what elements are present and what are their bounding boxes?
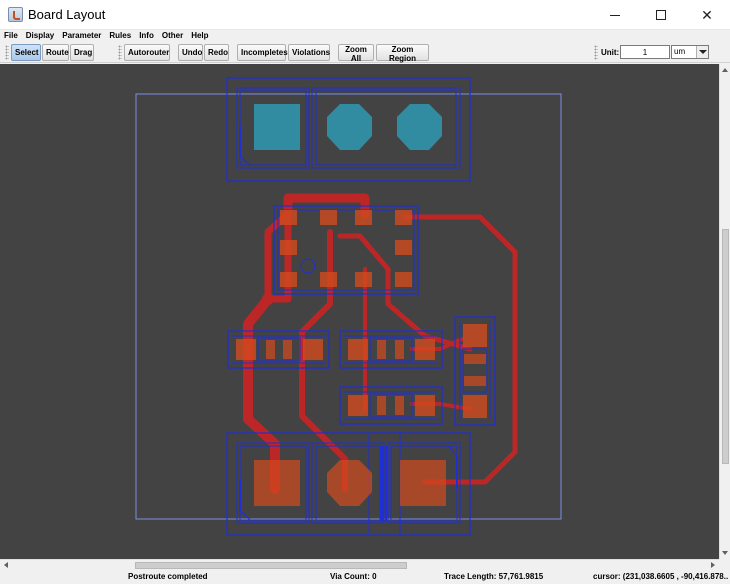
pad	[415, 395, 435, 416]
close-button[interactable]: ✕	[684, 0, 730, 30]
status-bar: Postroute completed Via Count: 0 Trace L…	[0, 571, 730, 584]
select-button[interactable]: Select	[11, 44, 41, 61]
horizontal-scrollbar[interactable]	[0, 559, 719, 570]
scroll-right-icon[interactable]	[711, 562, 715, 568]
pad	[377, 340, 386, 359]
java-app-icon	[8, 7, 23, 22]
cursor-position: cursor: (231,038.6605 , -90,416.878...	[593, 572, 728, 581]
trace	[299, 229, 348, 492]
autorouter-button[interactable]: Autorouter	[124, 44, 170, 61]
menu-info[interactable]: Info	[135, 30, 158, 42]
pad	[464, 354, 486, 364]
pad	[395, 396, 404, 415]
pad	[348, 395, 368, 416]
pad	[400, 460, 446, 506]
horizontal-scroll-thumb[interactable]	[135, 562, 407, 569]
ic-package[interactable]	[273, 205, 419, 295]
toolbar-grip[interactable]	[118, 45, 122, 60]
violations-button[interactable]: Violations	[288, 44, 330, 61]
title-bar: Board Layout ✕	[0, 0, 730, 30]
pad	[463, 395, 487, 418]
board-outline	[135, 93, 562, 520]
pad	[320, 210, 337, 225]
pad	[280, 272, 297, 287]
pad	[303, 339, 323, 360]
pad	[463, 324, 487, 347]
pad	[280, 240, 297, 255]
resistor-r3[interactable]	[339, 386, 443, 425]
scroll-down-icon[interactable]	[722, 551, 728, 555]
pad	[280, 210, 297, 225]
connector-top[interactable]	[226, 77, 471, 182]
menu-help[interactable]: Help	[187, 30, 212, 42]
menu-parameter[interactable]: Parameter	[58, 30, 105, 42]
pad	[355, 210, 372, 225]
pad	[395, 210, 412, 225]
pin1-marker	[300, 258, 316, 274]
close-icon: ✕	[701, 6, 713, 23]
menu-display[interactable]: Display	[22, 30, 58, 42]
zoom-all-button[interactable]: Zoom All	[338, 44, 374, 63]
pad	[236, 339, 256, 360]
zoom-region-button[interactable]: Zoom Region	[376, 44, 429, 63]
pad	[355, 272, 372, 287]
pad	[397, 104, 442, 150]
chevron-down-icon[interactable]	[696, 46, 708, 58]
menu-rules[interactable]: Rules	[105, 30, 135, 42]
pad	[348, 339, 368, 360]
connector-bottom[interactable]	[226, 432, 471, 536]
pad	[320, 272, 337, 287]
maximize-icon	[656, 10, 666, 20]
pad	[395, 240, 412, 255]
pad	[254, 460, 300, 506]
board-drawing[interactable]	[0, 64, 719, 559]
unit-select[interactable]: um	[671, 45, 709, 59]
minimize-icon	[610, 14, 620, 16]
incompletes-button[interactable]: Incompletes	[237, 44, 288, 61]
pad	[266, 340, 275, 359]
pad	[464, 376, 486, 386]
minimize-button[interactable]	[592, 0, 638, 30]
toolbar-grip[interactable]	[594, 45, 598, 60]
redo-button[interactable]: Redo	[204, 44, 229, 61]
pad	[395, 272, 412, 287]
toolbar-grip[interactable]	[5, 45, 9, 60]
pad	[327, 460, 372, 506]
vertical-scroll-thumb[interactable]	[722, 229, 729, 464]
trace-length: Trace Length: 57,761.9815	[444, 572, 544, 581]
maximize-button[interactable]	[638, 0, 684, 30]
route-button[interactable]: Route	[42, 44, 69, 61]
pad	[283, 340, 292, 359]
unit-input[interactable]	[620, 45, 670, 59]
trace-junction	[262, 293, 274, 305]
menu-bar: File Display Parameter Rules Info Other …	[0, 30, 730, 42]
via-count: Via Count: 0	[330, 572, 377, 581]
pad	[415, 339, 435, 360]
pad	[377, 396, 386, 415]
vertical-scrollbar[interactable]	[719, 64, 730, 559]
board-canvas[interactable]	[0, 64, 719, 559]
undo-button[interactable]: Undo	[178, 44, 203, 61]
drag-button[interactable]: Drag	[70, 44, 94, 61]
scroll-left-icon[interactable]	[4, 562, 8, 568]
scroll-up-icon[interactable]	[722, 68, 728, 72]
unit-select-value: um	[674, 47, 686, 56]
status-message: Postroute completed	[128, 572, 208, 581]
pad	[327, 104, 372, 150]
menu-other[interactable]: Other	[158, 30, 187, 42]
menu-file[interactable]: File	[0, 30, 22, 42]
pad	[395, 340, 404, 359]
window-title: Board Layout	[28, 7, 106, 22]
pad	[254, 104, 300, 150]
unit-label: Unit:	[601, 48, 620, 57]
toolbar: Select Route Drag Autorouter Undo Redo I…	[0, 42, 730, 63]
